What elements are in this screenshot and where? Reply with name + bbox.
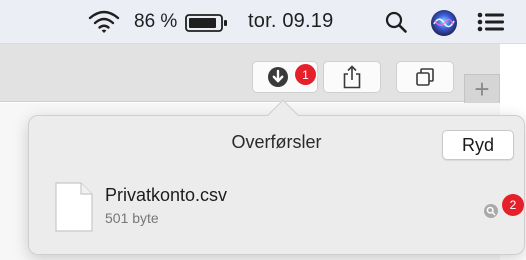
menubar-clock[interactable]: tor. 09.19: [248, 10, 333, 33]
document-icon: [55, 182, 93, 237]
download-file-name: Privatkonto.csv: [105, 185, 228, 205]
battery-icon[interactable]: [185, 14, 229, 32]
share-icon: [343, 65, 361, 89]
downloads-button[interactable]: 1: [252, 61, 318, 93]
spotlight-search-icon[interactable]: [384, 10, 408, 34]
siri-icon[interactable]: [430, 9, 458, 37]
menu-bar: 86 % tor. 09.19: [0, 0, 526, 44]
clear-downloads-button[interactable]: Ryd: [442, 130, 514, 160]
battery-percentage[interactable]: 86 %: [134, 11, 177, 33]
wifi-icon[interactable]: [88, 9, 120, 35]
notification-center-icon[interactable]: [477, 12, 505, 32]
download-arrow-icon: [268, 67, 288, 87]
share-button[interactable]: [323, 61, 381, 93]
tabs-overview-icon: [416, 68, 434, 86]
show-all-tabs-button[interactable]: [396, 61, 454, 93]
reveal-in-finder-icon[interactable]: [484, 204, 498, 218]
new-tab-button[interactable]: +: [464, 74, 500, 104]
downloads-popover: Overførsler Ryd Privatkonto.csv 501 byte…: [28, 115, 525, 255]
browser-toolbar: 1: [0, 44, 500, 102]
step-badge: 2: [502, 194, 524, 216]
download-file-size: 501 byte: [105, 210, 159, 226]
downloads-count-badge: 1: [295, 64, 316, 85]
